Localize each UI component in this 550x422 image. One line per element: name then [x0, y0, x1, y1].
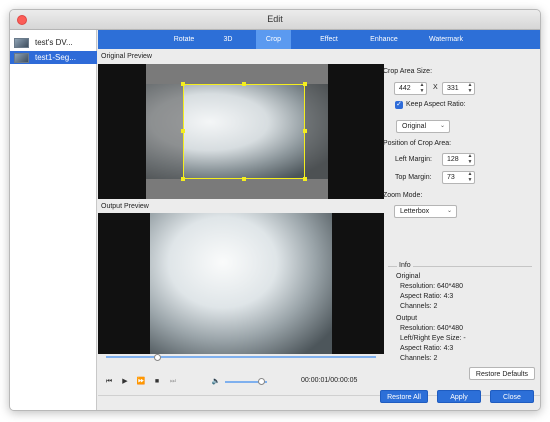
- crop-handle-left[interactable]: [181, 129, 185, 133]
- edit-window: Edit test's DV... test1-Seg... Rotate 3D…: [9, 9, 541, 411]
- playback-controls: [98, 354, 384, 396]
- left-margin-label: Left Margin:: [395, 156, 432, 163]
- video-thumbnail-icon: [14, 37, 29, 48]
- tab-enhance[interactable]: Enhance: [364, 30, 404, 49]
- crop-area-rect[interactable]: [181, 82, 307, 181]
- crop-handle-bottom-right[interactable]: [303, 177, 307, 181]
- info-output-aspect: Aspect Ratio: 4:3: [400, 345, 454, 352]
- restore-defaults-button[interactable]: Restore Defaults: [469, 367, 535, 380]
- crop-height-field[interactable]: 331 ▲ ▼: [442, 82, 475, 95]
- info-original-header: Original: [396, 273, 421, 280]
- info-output-header: Output: [396, 315, 418, 322]
- keep-aspect-checkbox[interactable]: ✓: [395, 101, 403, 109]
- time-display: 00:00:01/00:00:05: [301, 377, 358, 384]
- crop-handle-bottom-left[interactable]: [181, 177, 185, 181]
- left-margin-field[interactable]: 128 ▲ ▼: [442, 153, 475, 166]
- crop-handle-top-left[interactable]: [181, 82, 185, 86]
- crop-handle-top-right[interactable]: [303, 82, 307, 86]
- info-output-channels: Channels: 2: [400, 355, 438, 362]
- window-title: Edit: [267, 14, 283, 24]
- skip-forward-icon[interactable]: ⏭: [169, 378, 177, 386]
- crop-height-value: 331: [447, 85, 459, 92]
- video-thumbnail-icon: [14, 52, 29, 63]
- output-preview: [98, 213, 384, 354]
- crop-width-field[interactable]: 442 ▲ ▼: [394, 82, 427, 95]
- info-original-aspect: Aspect Ratio: 4:3: [400, 293, 454, 300]
- top-margin-value: 73: [447, 174, 455, 181]
- left-margin-value: 128: [447, 156, 459, 163]
- info-original-channels: Channels: 2: [400, 303, 438, 310]
- original-preview: [98, 64, 384, 199]
- sidebar-item-label: test's DV...: [35, 38, 73, 47]
- sidebar-item-file-1[interactable]: test's DV...: [10, 36, 97, 49]
- info-original-resolution: Resolution: 640*480: [400, 283, 464, 290]
- keep-aspect-label: Keep Aspect Ratio:: [406, 101, 466, 108]
- fast-forward-icon[interactable]: ⏩: [137, 378, 146, 386]
- file-list-sidebar: test's DV... test1-Seg...: [10, 30, 97, 410]
- original-preview-label: Original Preview: [101, 53, 152, 60]
- tab-crop[interactable]: Crop: [256, 30, 291, 49]
- apply-button[interactable]: Apply: [437, 390, 481, 403]
- stepper-arrows-icon[interactable]: ▲ ▼: [467, 153, 473, 165]
- stepper-arrows-icon[interactable]: ▲ ▼: [467, 171, 473, 183]
- stepper-arrows-icon[interactable]: ▲ ▼: [467, 82, 473, 94]
- volume-icon[interactable]: 🔈: [212, 378, 221, 386]
- top-margin-field[interactable]: 73 ▲ ▼: [442, 171, 475, 184]
- info-header: Info: [397, 262, 413, 269]
- tab-rotate[interactable]: Rotate: [166, 30, 202, 49]
- crop-handle-bottom[interactable]: [242, 177, 246, 181]
- top-margin-label: Top Margin:: [395, 174, 432, 181]
- sidebar-item-label: test1-Seg...: [35, 53, 76, 62]
- stepper-arrows-icon[interactable]: ▲ ▼: [419, 82, 425, 94]
- stop-icon[interactable]: ■: [153, 378, 161, 386]
- info-output-eye-size: Left/Right Eye Size: -: [400, 335, 466, 342]
- tab-effect[interactable]: Effect: [314, 30, 344, 49]
- title-bar: Edit: [10, 10, 540, 30]
- tab-3d[interactable]: 3D: [216, 30, 240, 49]
- info-output-resolution: Resolution: 640*480: [400, 325, 464, 332]
- crop-mask-left: [146, 84, 183, 179]
- aspect-ratio-value: Original: [402, 123, 427, 130]
- tab-watermark[interactable]: Watermark: [421, 30, 471, 49]
- play-icon[interactable]: ▶: [121, 378, 129, 386]
- crop-size-separator: X: [433, 84, 438, 91]
- crop-position-label: Position of Crop Area:: [383, 140, 452, 147]
- aspect-ratio-select[interactable]: Original ⌄: [396, 120, 450, 133]
- output-video-frame: [150, 213, 332, 354]
- crop-handle-right[interactable]: [303, 129, 307, 133]
- zoom-mode-value: Letterbox: [400, 208, 430, 215]
- crop-width-value: 442: [399, 85, 411, 92]
- progress-slider[interactable]: [106, 356, 376, 358]
- restore-all-button[interactable]: Restore All: [380, 390, 428, 403]
- crop-area-size-label: Crop Area Size:: [383, 68, 433, 75]
- zoom-mode-label: Zoom Mode:: [383, 192, 423, 199]
- zoom-mode-select[interactable]: Letterbox ⌄: [394, 205, 457, 218]
- crop-handle-top[interactable]: [242, 82, 246, 86]
- crop-mask-right: [305, 84, 328, 179]
- output-preview-label: Output Preview: [101, 203, 149, 210]
- skip-back-icon[interactable]: ⏮: [105, 378, 113, 386]
- sidebar-item-file-2[interactable]: test1-Seg...: [10, 51, 97, 64]
- chevron-down-icon: ⌄: [446, 208, 452, 214]
- close-button[interactable]: Close: [490, 390, 534, 403]
- chevron-down-icon: ⌄: [439, 123, 445, 129]
- edit-tab-bar: Rotate 3D Crop Effect Enhance Watermark: [98, 30, 540, 49]
- volume-slider-knob[interactable]: [257, 378, 265, 385]
